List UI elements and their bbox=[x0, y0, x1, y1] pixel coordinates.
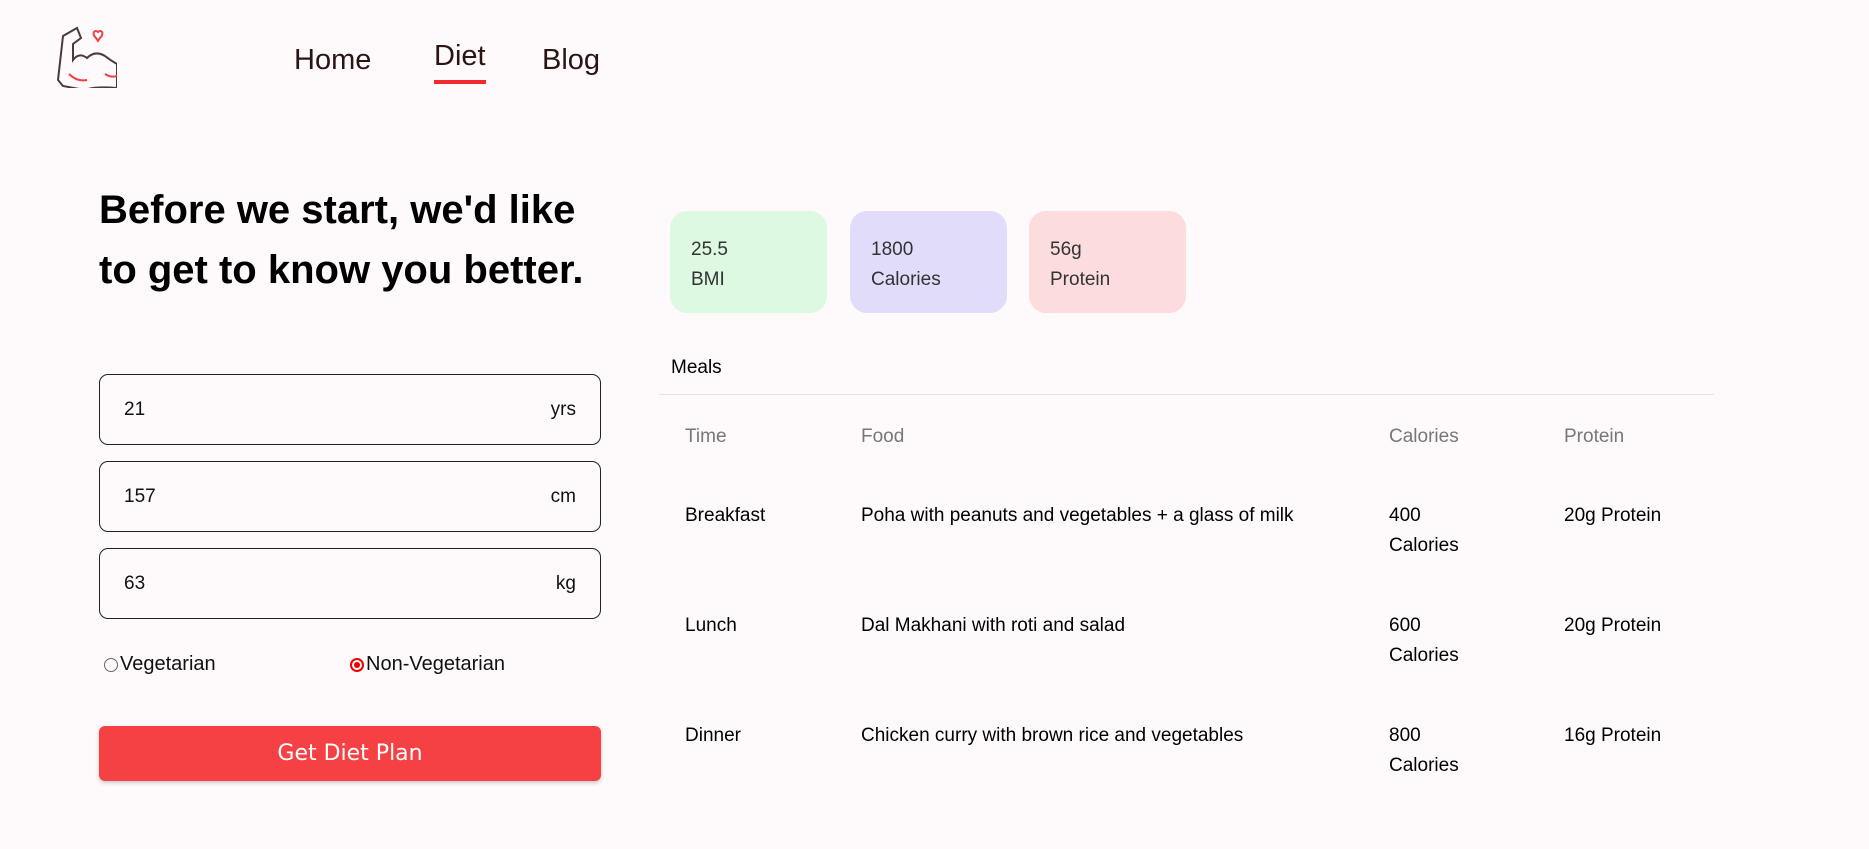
meal-time: Dinner bbox=[685, 725, 741, 746]
height-field[interactable]: cm bbox=[99, 461, 601, 532]
meal-food: Poha with peanuts and vegetables + a gla… bbox=[861, 505, 1294, 526]
stat-label: Protein bbox=[1050, 269, 1111, 290]
height-input[interactable] bbox=[124, 485, 424, 508]
weight-field[interactable]: kg bbox=[99, 548, 601, 619]
column-header-calories: Calories bbox=[1389, 426, 1459, 447]
weight-input[interactable] bbox=[124, 572, 424, 595]
flexed-arm-heart-logo-icon[interactable] bbox=[55, 24, 117, 88]
radio-unselected-icon[interactable] bbox=[104, 657, 118, 672]
column-header-protein: Protein bbox=[1564, 426, 1625, 447]
height-unit: cm bbox=[550, 485, 576, 507]
stat-card-calories: 1800 Calories bbox=[850, 211, 1007, 313]
weight-unit: kg bbox=[555, 572, 576, 594]
meal-protein: 20g Protein bbox=[1564, 505, 1662, 526]
radio-selected-icon[interactable] bbox=[350, 657, 364, 672]
stat-value: 1800 bbox=[871, 239, 914, 260]
age-field[interactable]: yrs bbox=[99, 374, 601, 445]
stat-label: BMI bbox=[691, 269, 725, 290]
meal-calories: 600 Calories bbox=[1389, 615, 1459, 666]
column-header-food: Food bbox=[861, 426, 905, 447]
non-vegetarian-label: Non-Vegetarian bbox=[366, 653, 505, 675]
stat-card-protein: 56g Protein bbox=[1029, 211, 1186, 313]
get-diet-plan-button[interactable]: Get Diet Plan bbox=[99, 726, 601, 781]
nav-blog[interactable]: Blog bbox=[542, 44, 600, 77]
meal-protein: 16g Protein bbox=[1564, 725, 1662, 746]
column-header-time: Time bbox=[685, 426, 727, 447]
vegetarian-label: Vegetarian bbox=[120, 653, 216, 675]
vegetarian-radio[interactable]: Vegetarian bbox=[104, 653, 216, 676]
age-unit: yrs bbox=[550, 398, 576, 420]
form-heading: Before we start, we'd like to get to kno… bbox=[99, 188, 584, 292]
stat-label: Calories bbox=[871, 269, 941, 290]
stat-card-bmi: 25.5 BMI bbox=[670, 211, 827, 313]
divider bbox=[659, 394, 1714, 395]
meal-time: Breakfast bbox=[685, 505, 766, 526]
meal-food: Chicken curry with brown rice and vegeta… bbox=[861, 725, 1244, 746]
age-input[interactable] bbox=[124, 398, 424, 421]
nav-home[interactable]: Home bbox=[294, 44, 371, 77]
stat-value: 56g bbox=[1050, 239, 1082, 260]
nav-diet[interactable]: Diet bbox=[434, 40, 486, 84]
meal-protein: 20g Protein bbox=[1564, 615, 1662, 636]
meal-time: Lunch bbox=[685, 615, 737, 636]
stat-value: 25.5 bbox=[691, 239, 728, 260]
meal-food: Dal Makhani with roti and salad bbox=[861, 615, 1126, 636]
meal-calories: 800 Calories bbox=[1389, 725, 1459, 776]
meal-calories: 400 Calories bbox=[1389, 505, 1459, 556]
non-vegetarian-radio[interactable]: Non-Vegetarian bbox=[350, 653, 505, 676]
meals-title: Meals bbox=[671, 357, 722, 378]
